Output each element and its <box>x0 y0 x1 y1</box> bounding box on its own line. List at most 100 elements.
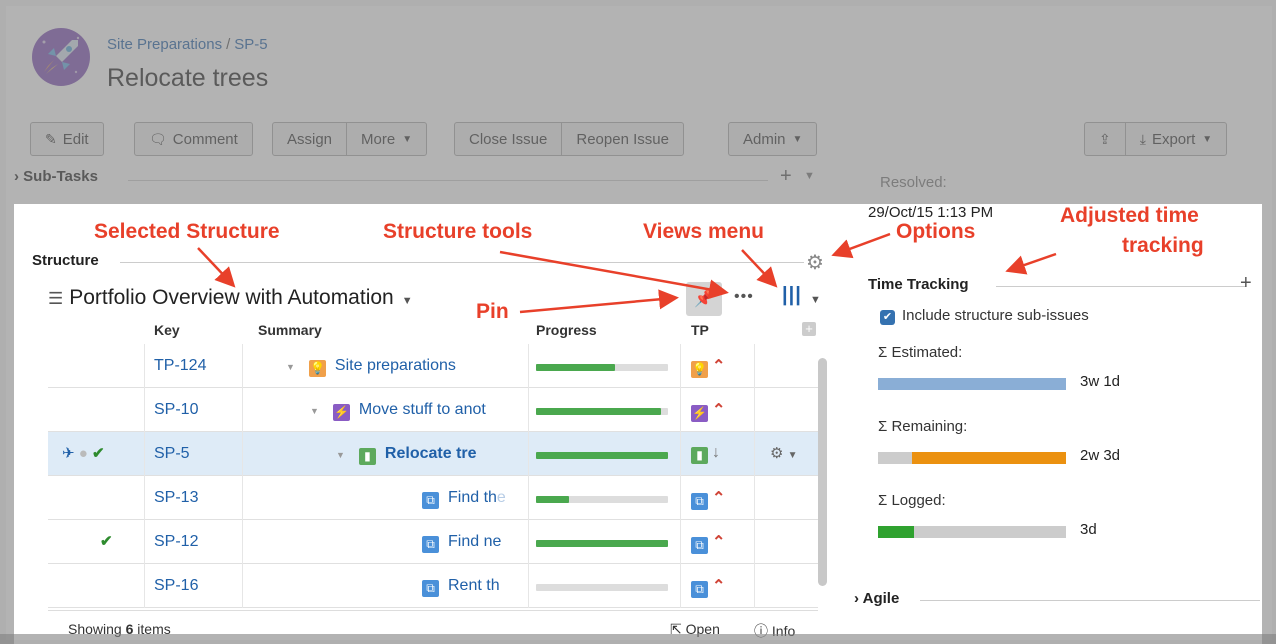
columns-icon[interactable]: ||| <box>782 284 802 307</box>
remaining-label: Σ Remaining: <box>878 418 968 435</box>
grid-scrollbar[interactable] <box>818 358 827 586</box>
add-subtask-icon[interactable]: + <box>780 165 792 188</box>
project-avatar[interactable] <box>32 28 90 86</box>
issue-key-link[interactable]: SP-10 <box>154 401 198 419</box>
issue-summary-text: Rent th <box>448 577 500 594</box>
pin-icon[interactable]: ✈ <box>62 445 75 462</box>
cell-separator <box>528 476 529 520</box>
issue-summary-text: Site preparations <box>334 357 456 374</box>
issue-summary[interactable]: ▼ ▮ Relocate tre <box>336 445 520 465</box>
expand-toggle-icon[interactable]: ▼ <box>286 362 295 372</box>
issue-summary-fade: e <box>496 489 506 506</box>
issue-summary[interactable]: ⧉ Find the <box>422 489 520 509</box>
subtasks-toggle[interactable]: › Sub-Tasks <box>14 168 98 185</box>
table-row[interactable]: ✔ SP-12 ⧉ Find ne ⧉ ⌃ <box>48 520 818 564</box>
close-issue-button[interactable]: Close Issue <box>455 123 563 155</box>
share-button[interactable]: ⇪ <box>1085 123 1126 155</box>
table-row[interactable]: ✈ ● ✔ SP-5 ▼ ▮ Relocate tre ▮ ↓ ⚙ ▼ <box>48 432 818 476</box>
chevron-down-icon[interactable]: ▼ <box>810 294 821 306</box>
breadcrumb-project-link[interactable]: Site Preparations <box>107 36 222 53</box>
progress-bar-fill <box>536 364 616 371</box>
reopen-issue-button[interactable]: Reopen Issue <box>562 123 683 155</box>
gear-icon[interactable]: ⚙ <box>770 445 783 462</box>
issue-summary[interactable]: ⧉ Rent th <box>422 577 520 597</box>
issue-summary[interactable]: ⧉ Find ne <box>422 533 520 553</box>
column-header-tp[interactable]: TP <box>691 322 709 344</box>
info-icon: ⓘ <box>754 623 768 639</box>
annotation-adjusted-time-1: Adjusted time <box>1060 204 1199 227</box>
tp-cell: ⧉ ⌃ <box>691 532 725 554</box>
assign-more-group: Assign More ▼ <box>272 122 428 156</box>
issue-summary-text: Move stuff to anot <box>358 401 486 418</box>
column-header-progress[interactable]: Progress <box>536 322 597 344</box>
priority-low-icon: ↓ <box>712 444 720 461</box>
export-button[interactable]: ⤓ Export ▼ <box>1126 123 1226 155</box>
issue-key-link[interactable]: SP-12 <box>154 533 198 551</box>
more-button[interactable]: More ▼ <box>347 123 426 155</box>
gear-icon[interactable]: ⚙ <box>806 250 824 275</box>
logged-bar-fill <box>878 526 914 538</box>
pin-button[interactable]: 📌 <box>686 282 722 316</box>
column-header-summary[interactable]: Summary <box>258 322 322 344</box>
table-row[interactable]: SP-10 ▼ ⚡ Move stuff to anot ⚡ ⌃ <box>48 388 818 432</box>
progress-bar-fill <box>536 496 569 503</box>
edit-button[interactable]: ✎ Edit <box>31 123 103 155</box>
assign-button[interactable]: Assign <box>273 123 348 155</box>
table-row[interactable]: SP-16 ⧉ Rent th ⧉ ⌃ <box>48 564 818 608</box>
row-actions[interactable]: ⚙ ▼ <box>770 444 798 462</box>
expand-toggle-icon[interactable]: ▼ <box>310 406 319 416</box>
progress-bar <box>536 496 668 503</box>
edit-label: Edit <box>62 130 89 148</box>
issue-summary[interactable]: ▼ ⚡ Move stuff to anot <box>310 401 520 421</box>
breadcrumb-issue-link[interactable]: SP-5 <box>234 36 267 53</box>
export-label: Export <box>1151 130 1196 148</box>
progress-bar <box>536 408 668 415</box>
issue-key-link[interactable]: SP-16 <box>154 577 198 595</box>
reopen-issue-label: Reopen Issue <box>576 130 669 148</box>
priority-highest-icon: ⌃ <box>712 534 726 551</box>
progress-bar <box>536 540 668 547</box>
row-markers: ✔ <box>62 532 113 550</box>
open-link[interactable]: ⇱ Open <box>670 621 720 638</box>
expand-toggle-icon[interactable]: ▼ <box>336 450 345 460</box>
cell-separator <box>754 344 755 388</box>
workflow-group: Close Issue Reopen Issue <box>454 122 684 156</box>
column-header-key[interactable]: Key <box>154 322 180 344</box>
add-column-icon[interactable]: + <box>802 322 816 336</box>
chevron-down-icon[interactable]: ▼ <box>788 450 798 461</box>
admin-button[interactable]: Admin ▼ <box>729 123 816 155</box>
priority-highest-icon: ⌃ <box>712 402 726 419</box>
structure-name: Portfolio Overview with Automation <box>69 286 394 309</box>
chevron-down-icon[interactable]: ▼ <box>804 170 815 182</box>
include-subissues-checkbox[interactable]: ✔ <box>880 310 895 325</box>
more-tools-icon[interactable]: ••• <box>734 288 754 306</box>
issue-key-link[interactable]: TP-124 <box>154 357 206 375</box>
breadcrumb-separator: / <box>226 36 231 53</box>
cell-separator <box>144 388 145 432</box>
tp-cell: ⧉ ⌃ <box>691 488 725 510</box>
tp-cell: ▮ ↓ <box>691 444 720 464</box>
bulb-issue-type-icon: 💡 <box>691 361 708 378</box>
story-issue-type-icon: ▮ <box>691 447 708 464</box>
download-icon: ⤓ <box>1139 130 1146 147</box>
structure-selector[interactable]: ☰ Portfolio Overview with Automation ▼ <box>48 286 413 310</box>
progress-bar-fill <box>536 408 662 415</box>
cell-separator <box>242 388 243 432</box>
table-row[interactable]: SP-13 ⧉ Find the ⧉ ⌃ <box>48 476 818 520</box>
table-row[interactable]: TP-124 ▼ 💡 Site preparations 💡 ⌃ <box>48 344 818 388</box>
cell-separator <box>754 476 755 520</box>
estimated-bar <box>878 378 1066 390</box>
external-link-icon: ⇱ <box>670 621 682 637</box>
cell-separator <box>528 344 529 388</box>
comment-button[interactable]: 🗨 Comment <box>135 123 252 155</box>
issue-summary[interactable]: ▼ 💡 Site preparations <box>286 357 520 377</box>
issue-key-link[interactable]: SP-5 <box>154 445 190 463</box>
tp-cell: ⚡ ⌃ <box>691 400 725 422</box>
info-link[interactable]: ⓘ Info <box>754 621 795 640</box>
cell-separator <box>528 388 529 432</box>
admin-label: Admin <box>743 130 786 148</box>
issue-key-link[interactable]: SP-13 <box>154 489 198 507</box>
agile-toggle[interactable]: › Agile <box>854 590 899 607</box>
log-work-icon[interactable]: + <box>1240 272 1252 295</box>
estimated-value: 3w 1d <box>1080 373 1121 390</box>
